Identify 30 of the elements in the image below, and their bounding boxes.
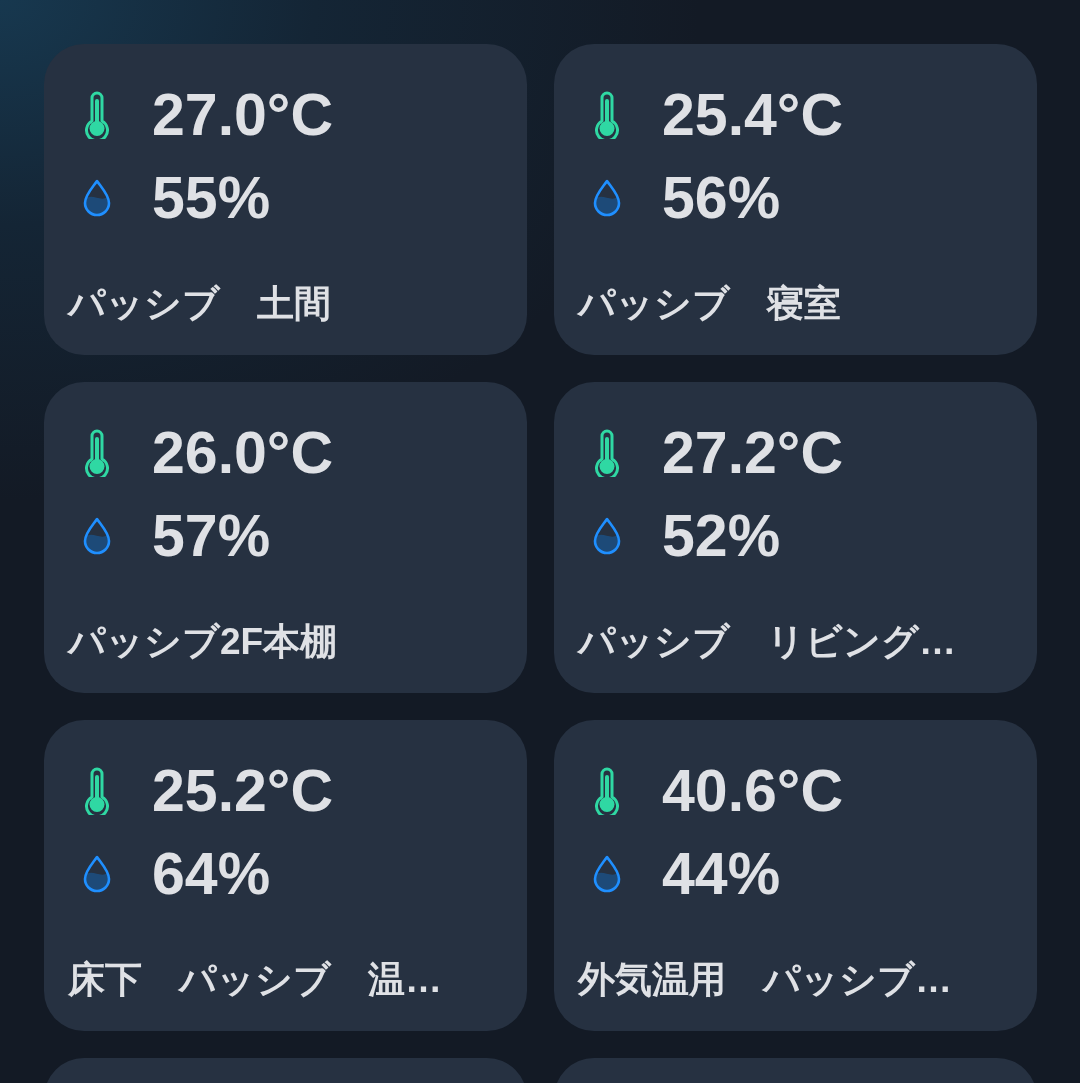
sensor-card[interactable]: 26.0°C 57% パッシブ2F本棚: [44, 382, 527, 693]
sensor-name: パッシブ2F本棚: [68, 620, 338, 664]
temperature-value: 25.2°C: [152, 756, 334, 826]
sensor-name: パッシブ リビング…: [578, 620, 956, 664]
humidity-value: 56%: [662, 163, 781, 233]
temperature-value: 27.0°C: [152, 80, 334, 150]
sensor-card[interactable]: 25.4°C 56% パッシブ 寝室: [554, 44, 1037, 355]
sensor-card[interactable]: 27.2°C 52% パッシブ リビング…: [554, 382, 1037, 693]
sensor-name: 床下 パッシブ 温…: [68, 958, 442, 1002]
sensor-card[interactable]: 27.0°C 55% パッシブ 土間: [44, 44, 527, 355]
sensor-name: 外気温用 パッシブ…: [578, 958, 952, 1002]
water-drop-icon: [591, 177, 623, 218]
water-drop-icon: [591, 515, 623, 556]
humidity-value: 44%: [662, 839, 781, 909]
water-drop-icon: [81, 515, 113, 556]
humidity-value: 52%: [662, 501, 781, 571]
water-drop-icon: [591, 853, 623, 894]
water-drop-icon: [81, 177, 113, 218]
temperature-value: 40.6°C: [662, 756, 844, 826]
temperature-value: 25.4°C: [662, 80, 844, 150]
sensor-name: パッシブ 土間: [68, 282, 331, 326]
sensor-card[interactable]: 25.2°C 64% 床下 パッシブ 温…: [44, 720, 527, 1031]
temperature-value: 27.2°C: [662, 418, 844, 488]
temperature-value: 26.0°C: [152, 418, 334, 488]
sensor-card[interactable]: 40.6°C 44% 外気温用 パッシブ…: [554, 720, 1037, 1031]
sensor-name: パッシブ 寝室: [578, 282, 841, 326]
humidity-value: 64%: [152, 839, 271, 909]
humidity-value: 57%: [152, 501, 271, 571]
water-drop-icon: [81, 853, 113, 894]
humidity-value: 55%: [152, 163, 271, 233]
